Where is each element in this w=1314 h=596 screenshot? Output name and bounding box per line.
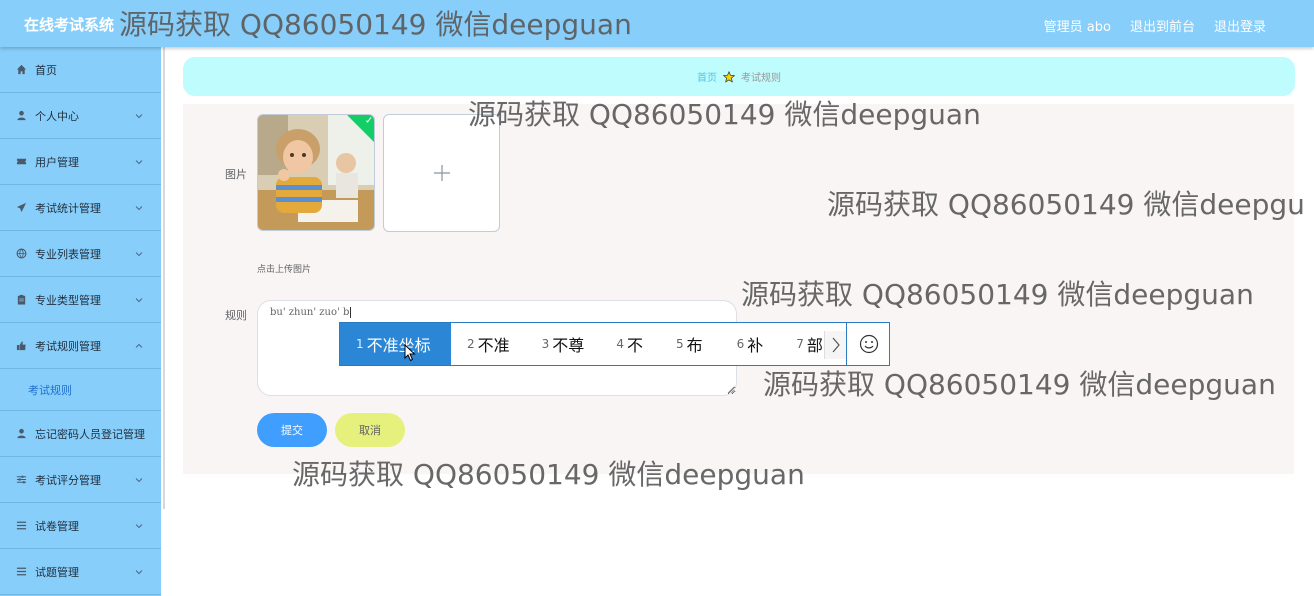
header-links: 管理员 abo 退出到前台 退出登录 [1044, 16, 1266, 35]
user-icon [15, 110, 27, 122]
sidebar-item-question-management[interactable]: 试题管理 [0, 549, 161, 595]
sidebar-item-label: 考试评分管理 [35, 473, 101, 487]
candidate-number: 4 [616, 337, 624, 351]
candidate-number: 5 [675, 337, 684, 351]
chevron-down-icon [135, 520, 143, 529]
candidate-text: 布 [686, 336, 703, 355]
sidebar-item-home[interactable]: 首页 [0, 47, 161, 93]
chevron-down-icon [135, 566, 143, 575]
check-icon: ✓ [364, 115, 374, 127]
submit-button[interactable]: 提交 [257, 413, 327, 447]
watermark-text: 源码获取 QQ86050149 微信deepguan [468, 98, 981, 131]
watermark-text: 源码获取 QQ86050149 微信deepguan [119, 8, 632, 41]
ime-candidate-5[interactable]: 5 布 [676, 323, 703, 365]
text-caret [350, 307, 352, 318]
sidebar-item-exam-scoring[interactable]: 考试评分管理 [0, 457, 161, 503]
mouse-cursor-icon [404, 344, 416, 362]
watermark-text: 源码获取 QQ86050149 微信deepgu [827, 188, 1305, 221]
ime-candidate-2[interactable]: 2 不准 [467, 323, 510, 365]
candidate-number: 2 [467, 337, 475, 351]
sidebar: 首页 个人中心 用户管理 考试统计管理 专业列表管理 专业类型管理 考试规则管理… [0, 47, 161, 596]
rule-field-label: 规则 [225, 309, 247, 322]
sidebar-subitem-exam-rules[interactable]: 考试规则 [0, 369, 161, 411]
home-icon [15, 64, 27, 76]
sidebar-item-major-type[interactable]: 专业类型管理 [0, 277, 161, 323]
sliders-icon [15, 474, 27, 486]
sidebar-item-label: 首页 [35, 63, 57, 77]
chevron-down-icon [135, 294, 143, 303]
chevron-down-icon [135, 156, 143, 165]
candidate-number: 3 [541, 337, 550, 351]
sidebar-item-label: 忘记密码人员登记管理 [35, 427, 145, 441]
sidebar-item-forgot-password[interactable]: 忘记密码人员登记管理 [0, 411, 161, 457]
back-to-frontend-link[interactable]: 退出到前台 [1130, 16, 1195, 35]
sidebar-item-label: 用户管理 [35, 155, 79, 169]
sidebar-item-personal-center[interactable]: 个人中心 [0, 93, 161, 139]
chevron-right-icon [832, 337, 840, 353]
sidebar-item-label: 考试统计管理 [35, 201, 101, 215]
image-field-label: 图片 [225, 168, 247, 181]
candidate-number: 7 [796, 337, 804, 351]
rule-input-text: bu' zhun' zuo' b [270, 307, 350, 318]
candidate-text: 不 [626, 336, 643, 355]
smiley-icon [859, 334, 878, 354]
ime-candidate-7[interactable]: 7 部 [796, 323, 823, 365]
paper-plane-icon [15, 202, 27, 214]
chevron-down-icon [135, 474, 143, 483]
ime-candidate-3[interactable]: 3 不尊 [542, 323, 585, 365]
logout-link[interactable]: 退出登录 [1214, 16, 1266, 35]
candidate-number: 1 [356, 337, 364, 351]
ime-candidate-4[interactable]: 4 不 [616, 323, 643, 365]
chevron-down-icon [135, 248, 143, 257]
sidebar-item-major-list[interactable]: 专业列表管理 [0, 231, 161, 277]
candidate-text: 不准坐标 [366, 336, 431, 355]
thumbs-up-icon [15, 340, 27, 352]
sidebar-item-label: 专业类型管理 [35, 293, 101, 307]
list-icon [15, 520, 27, 532]
breadcrumb: 首页 考试规则 [183, 57, 1295, 96]
user-icon [15, 428, 27, 440]
sidebar-item-label: 个人中心 [35, 109, 79, 123]
ime-candidate-1[interactable]: 1 不准坐标 [340, 323, 451, 365]
chevron-down-icon [135, 202, 143, 211]
sidebar-item-label: 考试规则管理 [35, 339, 101, 353]
child-studying-photo [258, 115, 374, 230]
sidebar-item-label: 试题管理 [35, 565, 79, 579]
app-title: 在线考试系统 [24, 16, 115, 34]
list-icon [15, 566, 27, 578]
ticket-icon [15, 156, 27, 168]
chevron-down-icon [135, 110, 143, 119]
upload-hint-text: 点击上传图片 [257, 265, 312, 275]
divider [163, 47, 165, 509]
admin-user-link[interactable]: 管理员 abo [1044, 16, 1111, 35]
watermark-text: 源码获取 QQ86050149 微信deepguan [741, 278, 1254, 311]
breadcrumb-current: 考试规则 [741, 73, 781, 84]
uploaded-image-thumbnail[interactable]: ✓ [257, 114, 375, 231]
sidebar-item-paper-management[interactable]: 试卷管理 [0, 503, 161, 549]
ime-candidate-bar: 1 不准坐标 2 不准 3 不尊 4 不 5 布 6 补 7 部 [339, 322, 890, 366]
candidate-text: 部 [806, 336, 823, 355]
sidebar-item-exam-rules[interactable]: 考试规则管理 [0, 323, 161, 369]
sidebar-item-label: 专业列表管理 [35, 247, 101, 261]
ime-emoji-button[interactable] [846, 323, 890, 365]
cancel-button[interactable]: 取消 [335, 413, 405, 447]
sidebar-item-exam-statistics[interactable]: 考试统计管理 [0, 185, 161, 231]
resize-handle-icon[interactable] [727, 386, 735, 394]
candidate-text: 补 [747, 336, 764, 355]
watermark-text: 源码获取 QQ86050149 微信deepguan [763, 368, 1276, 401]
watermark-text: 源码获取 QQ86050149 微信deepguan [292, 458, 805, 491]
ime-next-page-button[interactable] [824, 331, 846, 359]
sidebar-item-user-management[interactable]: 用户管理 [0, 139, 161, 185]
plus-icon [433, 165, 450, 181]
globe-icon [15, 248, 27, 260]
chevron-up-icon [135, 340, 143, 348]
clipboard-icon [15, 294, 27, 306]
ime-candidate-6[interactable]: 6 补 [737, 323, 764, 365]
candidate-text: 不准 [477, 336, 510, 355]
sidebar-item-label: 试卷管理 [35, 519, 79, 533]
breadcrumb-home-link[interactable]: 首页 [697, 69, 717, 84]
candidate-number: 6 [736, 337, 745, 351]
star-icon [723, 70, 735, 83]
candidate-text: 不尊 [552, 336, 585, 355]
